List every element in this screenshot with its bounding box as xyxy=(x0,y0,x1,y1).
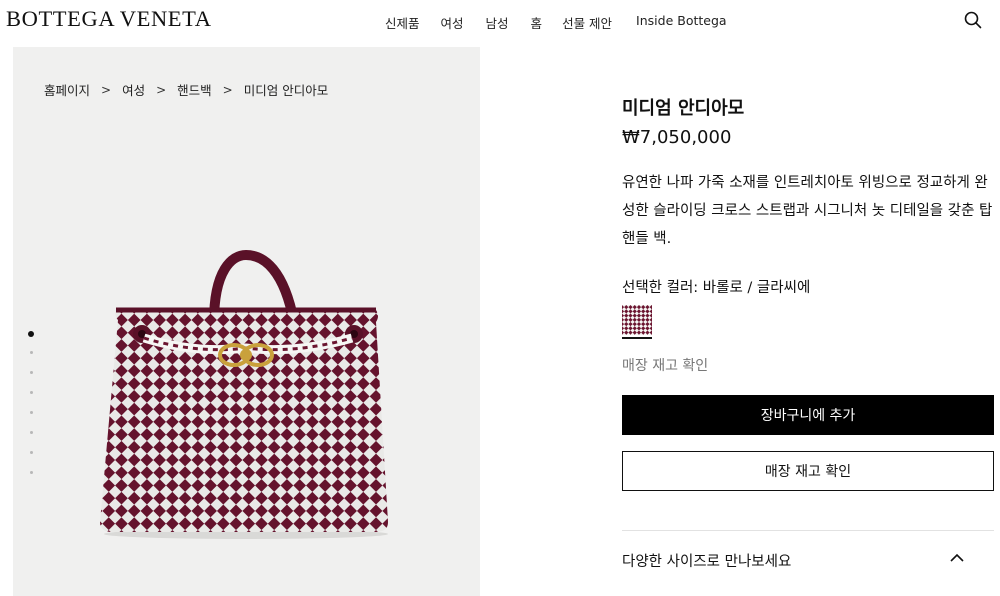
sizes-accordion[interactable]: 다양한 사이즈로 만나보세요 xyxy=(622,540,994,580)
gallery-dot[interactable] xyxy=(29,371,33,374)
sizes-accordion-label: 다양한 사이즈로 만나보세요 xyxy=(622,554,792,570)
selected-color-label: 선택한 컬러: 바롤로 / 글라씨에 xyxy=(622,280,811,296)
breadcrumb-current: 미디엄 안디아모 xyxy=(243,83,329,98)
breadcrumb-separator: > xyxy=(156,82,167,97)
nav-item-men[interactable]: 남성 xyxy=(486,13,509,32)
breadcrumb-home[interactable]: 홈페이지 xyxy=(44,80,90,99)
nav-item-inside-bottega[interactable]: Inside Bottega xyxy=(636,13,727,32)
nav-item-gifts[interactable]: 선물 제안 xyxy=(562,13,612,32)
main-nav: 신제품 여성 남성 홈 선물 제안 Inside Bottega xyxy=(385,13,727,32)
product-image[interactable] xyxy=(96,250,396,540)
search-icon[interactable] xyxy=(962,9,984,31)
product-title: 미디엄 안디아모 xyxy=(622,98,745,119)
chevron-up-icon[interactable] xyxy=(948,551,966,565)
gallery-dot[interactable] xyxy=(29,391,33,394)
gallery-dot[interactable] xyxy=(29,451,33,454)
gallery-dot[interactable] xyxy=(29,411,33,414)
nav-item-new[interactable]: 신제품 xyxy=(385,13,420,32)
add-to-cart-button[interactable]: 장바구니에 추가 xyxy=(622,395,994,435)
gallery-dot[interactable] xyxy=(28,331,34,337)
nav-item-home[interactable]: 홈 xyxy=(531,13,543,32)
gallery-dot[interactable] xyxy=(29,471,33,474)
nav-item-women[interactable]: 여성 xyxy=(441,13,464,32)
breadcrumb-women[interactable]: 여성 xyxy=(122,80,145,99)
brand-logo[interactable]: BOTTEGA VENETA xyxy=(6,6,212,32)
gallery-dot[interactable] xyxy=(29,351,33,354)
product-description: 유연한 나파 가죽 소재를 인트레치아토 위빙으로 정교하게 완성한 슬라이딩 … xyxy=(622,175,993,247)
divider xyxy=(622,530,994,531)
breadcrumb: 홈페이지 > 여성 > 핸드백 > 미디엄 안디아모 xyxy=(44,80,328,99)
gallery-dot[interactable] xyxy=(29,431,33,434)
site-header: BOTTEGA VENETA 신제품 여성 남성 홈 선물 제안 Inside … xyxy=(0,0,1000,44)
gallery-pagination xyxy=(28,331,34,491)
product-price: ₩7,050,000 xyxy=(622,127,732,148)
color-swatch-barolo-glacier[interactable] xyxy=(622,305,652,339)
check-store-stock-button[interactable]: 매장 재고 확인 xyxy=(622,451,994,491)
check-store-stock-link[interactable]: 매장 재고 확인 xyxy=(622,355,708,375)
product-gallery: 홈페이지 > 여성 > 핸드백 > 미디엄 안디아모 xyxy=(13,47,480,596)
breadcrumb-handbags[interactable]: 핸드백 xyxy=(177,80,212,99)
breadcrumb-separator: > xyxy=(222,82,233,97)
breadcrumb-separator: > xyxy=(101,82,112,97)
